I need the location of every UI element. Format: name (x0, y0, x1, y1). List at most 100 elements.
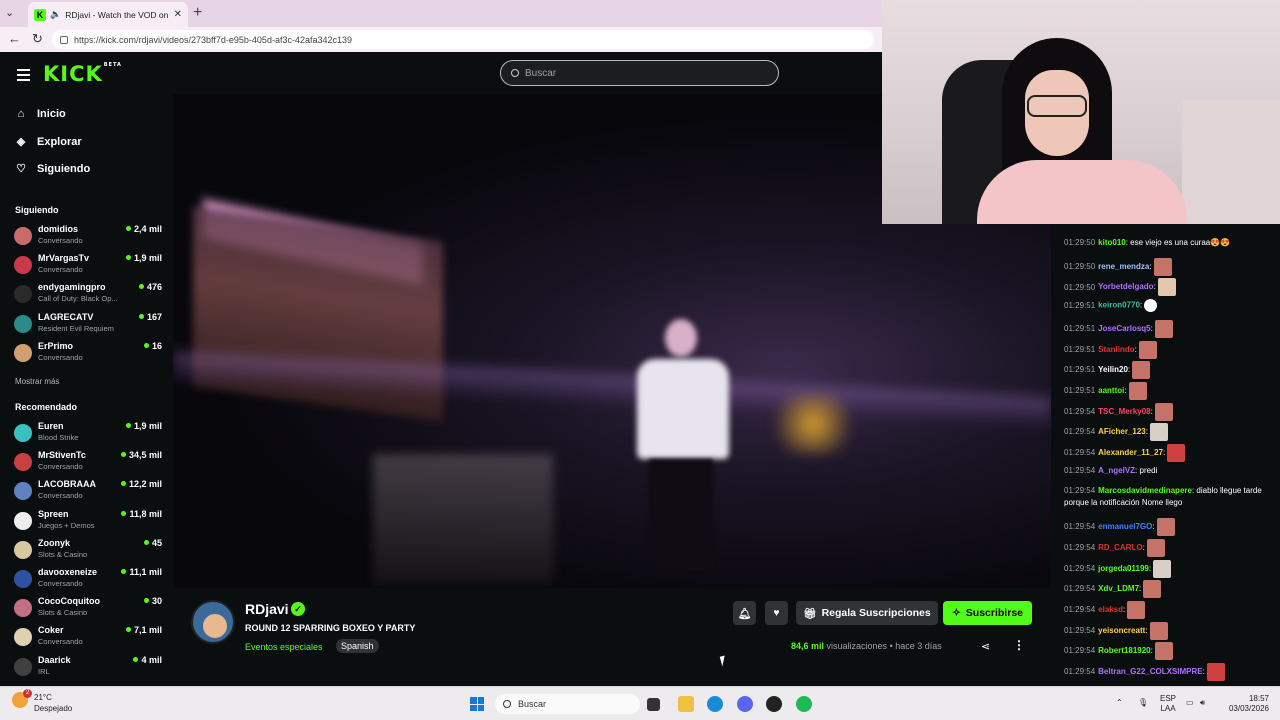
emote-icon (1146, 538, 1165, 557)
spotify-icon[interactable] (796, 696, 812, 712)
chat-username[interactable]: rene_mendza (1098, 262, 1149, 271)
viewer-count: 34,5 mil (120, 450, 162, 460)
chat-username[interactable]: Marcosdavidmedinapere (1098, 486, 1192, 495)
app-icon[interactable] (766, 696, 782, 712)
chat-message: 01:29:54 Alexander_11_27: (1064, 444, 1269, 462)
url-field[interactable]: https://kick.com/rdjavi/videos/273bff7d-… (52, 30, 874, 49)
chat-username[interactable]: Robert181920 (1098, 646, 1150, 655)
chat-message: 01:29:50 Yorbetdelgado: (1064, 278, 1269, 297)
emote-icon (1143, 580, 1162, 599)
channel-item[interactable]: endygamingpro Call of Duty: Black Op... 47… (14, 281, 162, 307)
edge-browser-icon[interactable] (707, 696, 723, 712)
chat-username[interactable]: kito010 (1098, 238, 1126, 247)
kick-favicon-icon: K (34, 8, 46, 21)
streamer-avatar[interactable] (191, 600, 235, 644)
chat-username[interactable]: TSC_Merky08 (1098, 407, 1150, 416)
search-input[interactable]: Buscar (500, 60, 779, 86)
chat-username[interactable]: AFicher_123 (1098, 427, 1146, 436)
chat-username[interactable]: RD_CARLO (1098, 543, 1142, 552)
streamer-name[interactable]: RDjavi (245, 601, 289, 617)
avatar (14, 540, 32, 559)
volume-icon[interactable]: 🔊︎ (1200, 698, 1205, 708)
emote-icon (1167, 444, 1186, 462)
chat-username[interactable]: Alexander_11_27 (1098, 448, 1163, 457)
chat-username[interactable]: JoseCarlosq5 (1098, 324, 1150, 333)
chat-username[interactable]: keiron0770 (1098, 301, 1140, 310)
channel-item[interactable]: Coker Conversando 7,1 mil (14, 624, 162, 650)
audio-icon[interactable]: 🔈 (50, 9, 61, 20)
nav-home[interactable]: ⌂ Inicio (15, 108, 66, 120)
channel-item[interactable]: Daarick IRL 4 mil (14, 654, 162, 680)
channel-item[interactable]: Spreen Juegos + Demos 11,8 mil (14, 508, 162, 534)
message-text: ese viejo es una curaa😍😍 (1127, 238, 1231, 247)
follow-button[interactable]: ♥ (765, 601, 788, 625)
browser-tab[interactable]: K 🔈 RDjavi - Watch the VOD on Ki ✕ (28, 2, 188, 27)
channel-item[interactable]: domidios Conversando 2,4 mil (14, 223, 162, 249)
new-tab-icon[interactable]: + (193, 4, 202, 22)
tab-list-chevron-icon[interactable]: ⌄ (5, 6, 14, 19)
tray-chevron-icon[interactable]: ⌃ (1116, 698, 1123, 707)
discord-icon[interactable] (737, 696, 753, 712)
subscribe-button[interactable]: ✧ Suscribirse (943, 601, 1032, 625)
live-dot-icon (138, 313, 144, 319)
channel-item[interactable]: davooxeneize Conversando 11,1 mil (14, 566, 162, 592)
chat-username[interactable]: Beltran_G22_COLXSIMPRE (1098, 667, 1202, 676)
chat-username[interactable]: Yorbetdelgado (1098, 283, 1153, 292)
menu-icon[interactable] (17, 69, 30, 84)
file-explorer-icon[interactable] (678, 696, 694, 712)
windows-start-icon[interactable] (470, 697, 484, 711)
chat-panel: 01:29:50 kito010: ese viejo es una curaa😍… (1051, 224, 1280, 686)
clock[interactable]: 18:57 03/03/2026 (1223, 694, 1269, 714)
microphone-icon[interactable]: 🎙︎ (1138, 698, 1148, 707)
channel-name: Zoonyk (38, 537, 71, 548)
channel-item[interactable]: MrVargasTv Conversando 1,9 mil (14, 252, 162, 278)
notifications-button[interactable]: 🔔︎ (733, 601, 756, 625)
message-timestamp: 01:29:50 (1064, 238, 1096, 247)
chat-message: 01:29:54 Robert181920: (1064, 642, 1269, 661)
task-view-icon[interactable] (647, 698, 660, 711)
chat-username[interactable]: enmanuel7GO (1098, 522, 1152, 531)
more-options-icon[interactable]: ⋮ (1013, 638, 1025, 652)
channel-item[interactable]: MrStivenTc Conversando 34,5 mil (14, 449, 162, 475)
language-indicator[interactable]: ESP LAA (1160, 694, 1176, 714)
show-more-link[interactable]: Mostrar más (15, 377, 59, 386)
chat-username[interactable]: aanttoi (1098, 386, 1124, 395)
browser-tabbar: ⌄ K 🔈 RDjavi - Watch the VOD on Ki ✕ + (0, 0, 882, 27)
live-dot-icon (120, 452, 126, 458)
reload-icon[interactable]: ↻ (32, 31, 43, 47)
channel-activity: Conversando (38, 265, 83, 275)
compass-icon: ◈ (16, 136, 26, 148)
chat-username[interactable]: yeisoncreatt (1098, 626, 1145, 635)
emote-icon (1154, 319, 1173, 338)
channel-name: MrStivenTc (38, 450, 86, 461)
weather-widget[interactable]: 2 21°C Despejado (12, 689, 72, 714)
close-tab-icon[interactable]: ✕ (174, 9, 182, 20)
gift-subs-button[interactable]: 🎁︎ Regala Suscripciones (796, 601, 938, 625)
channel-item[interactable]: LAGRECATV Resident Evil Requiem 167 (14, 311, 162, 337)
chat-message: 01:29:54 jorgeda01199: (1064, 559, 1269, 578)
back-icon[interactable]: ← (8, 31, 21, 46)
chat-username[interactable]: A_ngelVZ (1098, 466, 1135, 475)
channel-item[interactable]: CocoCoquitoo Slots & Casino 30 (14, 595, 162, 621)
chat-username[interactable]: Xdv_LDM7 (1098, 584, 1139, 593)
nav-following[interactable]: ♡ Siguiendo (15, 162, 90, 176)
chat-username[interactable]: jorgeda01199 (1098, 564, 1149, 573)
chat-username[interactable]: elaksd (1098, 605, 1123, 614)
taskbar-search[interactable]: Buscar (495, 694, 640, 714)
channel-item[interactable]: ErPrimo Conversando 16 (14, 340, 162, 366)
chat-username[interactable]: Yeilin20 (1098, 365, 1128, 374)
channel-item[interactable]: Zoonyk Slots & Casino 45 (14, 537, 162, 563)
site-info-icon[interactable] (60, 35, 68, 44)
chat-message: 01:29:54 Beltran_G22_COLXSIMPRE: (1064, 663, 1269, 681)
channel-item[interactable]: LACOBRAAA Conversando 12,2 mil (14, 478, 162, 504)
channel-item[interactable]: Euren Blood Strike 1,9 mil (14, 420, 162, 446)
kick-logo[interactable]: KICKBETA (43, 62, 122, 86)
share-icon[interactable]: ⋖ (981, 640, 990, 653)
nav-explore[interactable]: ◈ Explorar (15, 135, 82, 149)
avatar (14, 570, 32, 588)
network-icon[interactable]: ▭ (1186, 698, 1194, 707)
language-tag[interactable]: Spanish (336, 639, 379, 653)
chat-username[interactable]: Stanlindo (1098, 345, 1134, 354)
category-link[interactable]: Eventos especiales (245, 642, 323, 652)
chat-message: 01:29:54 elaksd: (1064, 600, 1269, 619)
